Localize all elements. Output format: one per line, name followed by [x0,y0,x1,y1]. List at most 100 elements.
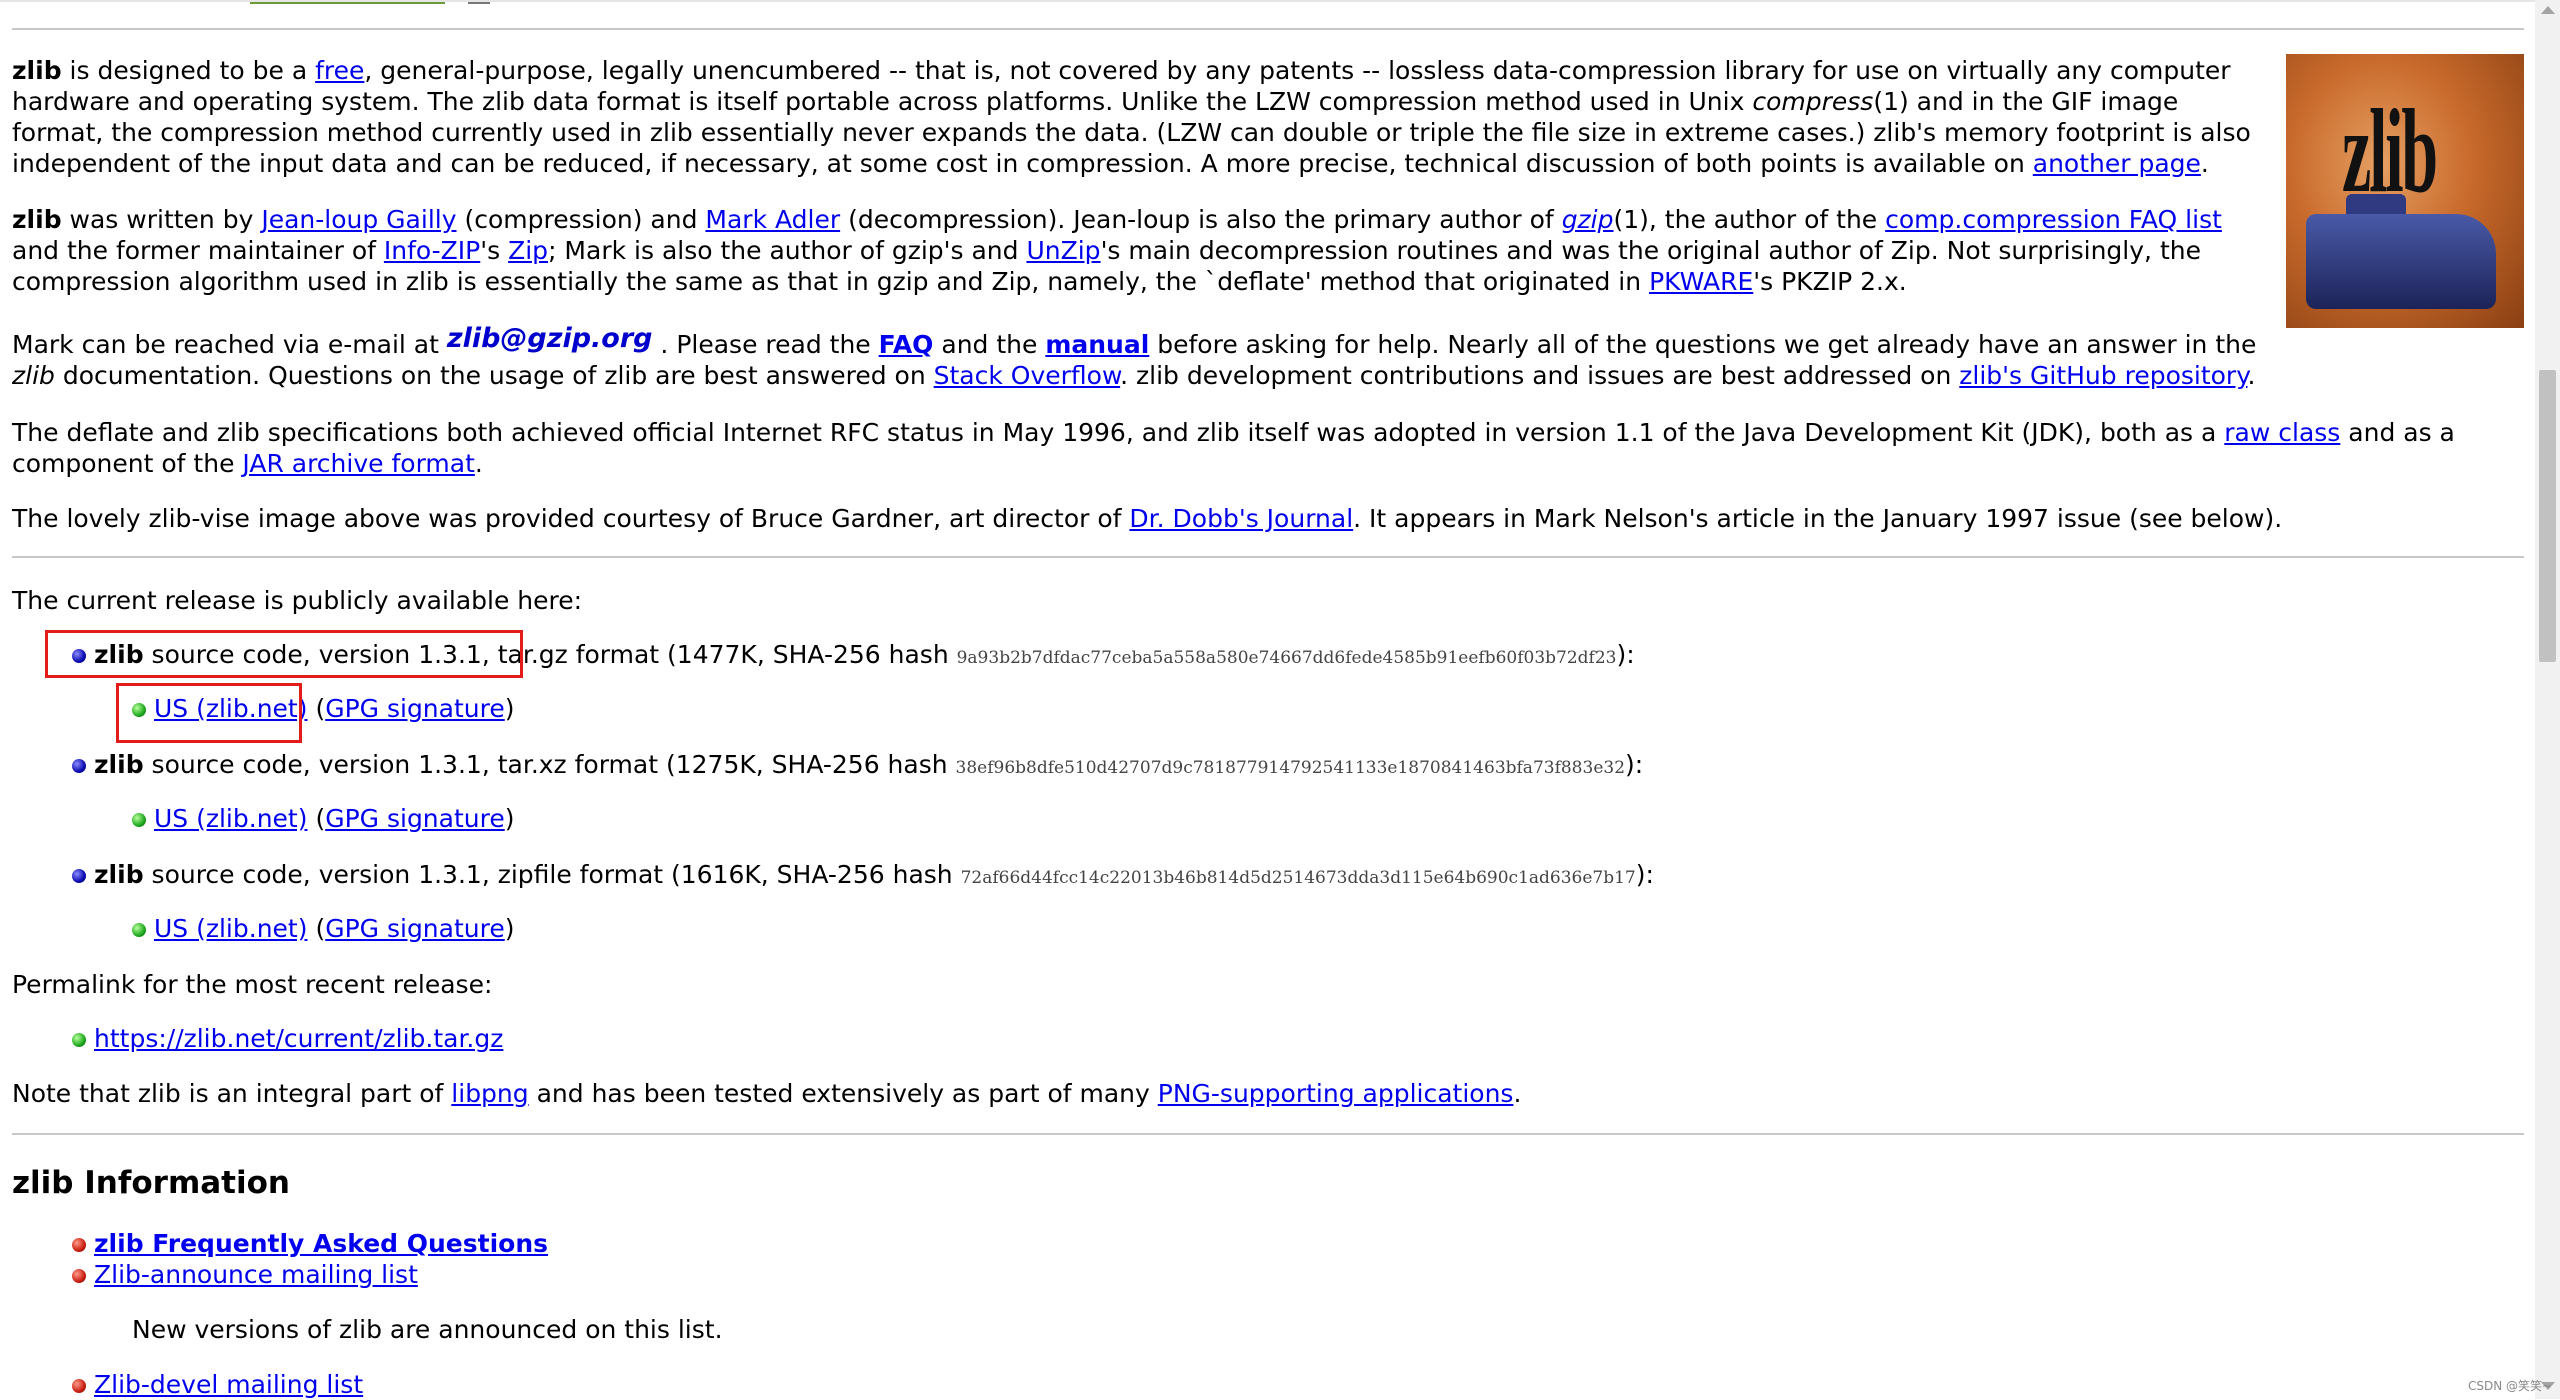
zlib-bold: zlib [94,860,144,889]
text: ; Mark is also the author of gzip's and [548,236,1027,265]
text: documentation. Questions on the usage of… [54,361,934,390]
text: before asking for help. Nearly all of th… [1149,330,2257,359]
permalink-label: Permalink for the most recent release: [12,970,493,999]
text: ): [1625,750,1644,779]
intro-paragraph-1: zlib is designed to be a free, general-p… [12,55,2272,179]
green-bullet-icon [132,813,146,827]
gpg-signature-link[interactable]: GPG signature [325,804,505,833]
divider [12,1133,2524,1135]
text: ( [315,804,326,833]
release-item-zip: zlib source code, version 1.3.1, zipfile… [94,859,1654,894]
green-bullet-icon [132,923,146,937]
free-link[interactable]: free [315,56,364,85]
release-item-tarxz: zlib source code, version 1.3.1, tar.xz … [94,749,1643,784]
clipped-text-fragment [468,0,490,4]
text: Note that zlib is an integral part of [12,1079,452,1108]
text: ( [315,914,326,943]
highlight-box-mirror [116,683,302,743]
manual-link[interactable]: manual [1045,330,1149,359]
devel-list-link[interactable]: Zlib-devel mailing list [94,1370,363,1399]
gpg-signature-link[interactable]: GPG signature [325,694,505,723]
jar-archive-format-link[interactable]: JAR archive format [242,449,474,478]
comp-compression-faq-link[interactable]: comp.compression FAQ list [1885,205,2222,234]
text: . [2247,361,2256,390]
mark-adler-link[interactable]: Mark Adler [705,205,840,234]
png-applications-link[interactable]: PNG-supporting applications [1158,1079,1514,1108]
text: Mark can be reached via e-mail at [12,330,447,359]
intro-paragraph-4: The deflate and zlib specifications both… [12,417,2512,479]
text: and the former maintainer of [12,236,384,265]
divider [12,556,2524,558]
us-mirror-link[interactable]: US (zlib.net) [154,804,307,833]
info-item-announce: Zlib-announce mailing list [94,1259,418,1290]
us-mirror-link[interactable]: US (zlib.net) [154,914,307,943]
dr-dobbs-journal-link[interactable]: Dr. Dobb's Journal [1129,504,1353,533]
faq-link-bold: zlib Frequently Asked Questions [94,1229,549,1258]
raw-class-link[interactable]: raw class [2224,418,2340,447]
sha256-hash: 72af66d44fcc14c22013b46b814d5d2514673dda… [960,868,1636,888]
section-heading: zlib Information [12,1165,290,1201]
libpng-note: Note that zlib is an integral part of li… [12,1078,1521,1109]
mirror-line-tarxz: US (zlib.net) (GPG signature) [154,803,515,834]
scrollbar-thumb[interactable] [2539,370,2556,662]
jean-loup-gailly-link[interactable]: Jean-loup Gailly [261,205,456,234]
red-bullet-icon [72,1269,86,1283]
faq-bold: FAQ [878,330,934,359]
unzip-link[interactable]: UnZip [1026,236,1100,265]
text: ( [315,694,326,723]
web-page: zlib is designed to be a free, general-p… [0,0,2535,1399]
zlib-vise-logo: zlib [2286,54,2524,328]
faq-link[interactable]: FAQ [879,330,934,359]
text: (decompression). Jean-loup is also the p… [840,205,1562,234]
stack-overflow-link[interactable]: Stack Overflow [934,361,1121,390]
text: The lovely zlib-vise image above was pro… [12,504,1130,533]
text: ) [504,804,515,833]
intro-paragraph-5: The lovely zlib-vise image above was pro… [12,503,2512,534]
zip-link[interactable]: Zip [508,236,548,265]
zlib-italic: zlib [12,361,55,390]
announce-description: New versions of zlib are announced on th… [132,1315,723,1344]
text: . [1513,1079,1522,1108]
github-repository-link[interactable]: zlib's GitHub repository [1959,361,2247,390]
highlight-box-targz [45,630,523,678]
text: ): [1635,860,1654,889]
text: ) [504,914,515,943]
text: The deflate and zlib specifications both… [12,418,2225,447]
announce-list-link[interactable]: Zlib-announce mailing list [94,1260,418,1289]
release-description: source code, version 1.3.1, zipfile form… [143,860,961,889]
vertical-scrollbar[interactable] [2535,0,2560,1399]
text: (1), the author of the [1613,205,1886,234]
text: . It appears in Mark Nelson's article in… [1353,504,2283,533]
text: is designed to be a [61,56,316,85]
info-item-devel: Zlib-devel mailing list [94,1369,363,1400]
permalink-url-link[interactable]: https://zlib.net/current/zlib.tar.gz [94,1024,503,1053]
zlib-faq-link[interactable]: zlib Frequently Asked Questions [94,1229,548,1258]
zlib-bold: zlib [12,56,62,85]
text: . zlib development contributions and iss… [1120,361,1960,390]
libpng-link[interactable]: libpng [451,1079,528,1108]
pkware-link[interactable]: PKWARE [1649,267,1753,296]
text: . [474,449,483,478]
zlib-bold: zlib [94,750,144,779]
info-zip-link[interactable]: Info-ZIP [384,236,480,265]
compress-italic: compress [1752,87,1874,116]
scroll-up-arrow-icon[interactable] [2541,6,2555,14]
text: 's [480,236,509,265]
vise-body [2306,214,2496,309]
another-page-link[interactable]: another page [2033,149,2201,178]
clipped-link-underline [250,0,445,4]
blue-bullet-icon [72,869,86,883]
red-bullet-icon [72,1238,86,1252]
manual-bold: manual [1045,330,1150,359]
release-intro: The current release is publicly availabl… [12,586,583,615]
blue-bullet-icon [72,759,86,773]
intro-paragraph-2: zlib was written by Jean-loup Gailly (co… [12,204,2272,297]
text: . [2200,149,2209,178]
gpg-signature-link[interactable]: GPG signature [325,914,505,943]
zlib-bold: zlib [12,205,62,234]
mirror-line-zip: US (zlib.net) (GPG signature) [154,913,515,944]
text: was written by [61,205,262,234]
divider [12,28,2524,30]
sha256-hash: 38ef96b8dfe510d42707d9c78187791479254113… [955,758,1626,778]
gzip-link[interactable]: gzip [1562,205,1614,234]
